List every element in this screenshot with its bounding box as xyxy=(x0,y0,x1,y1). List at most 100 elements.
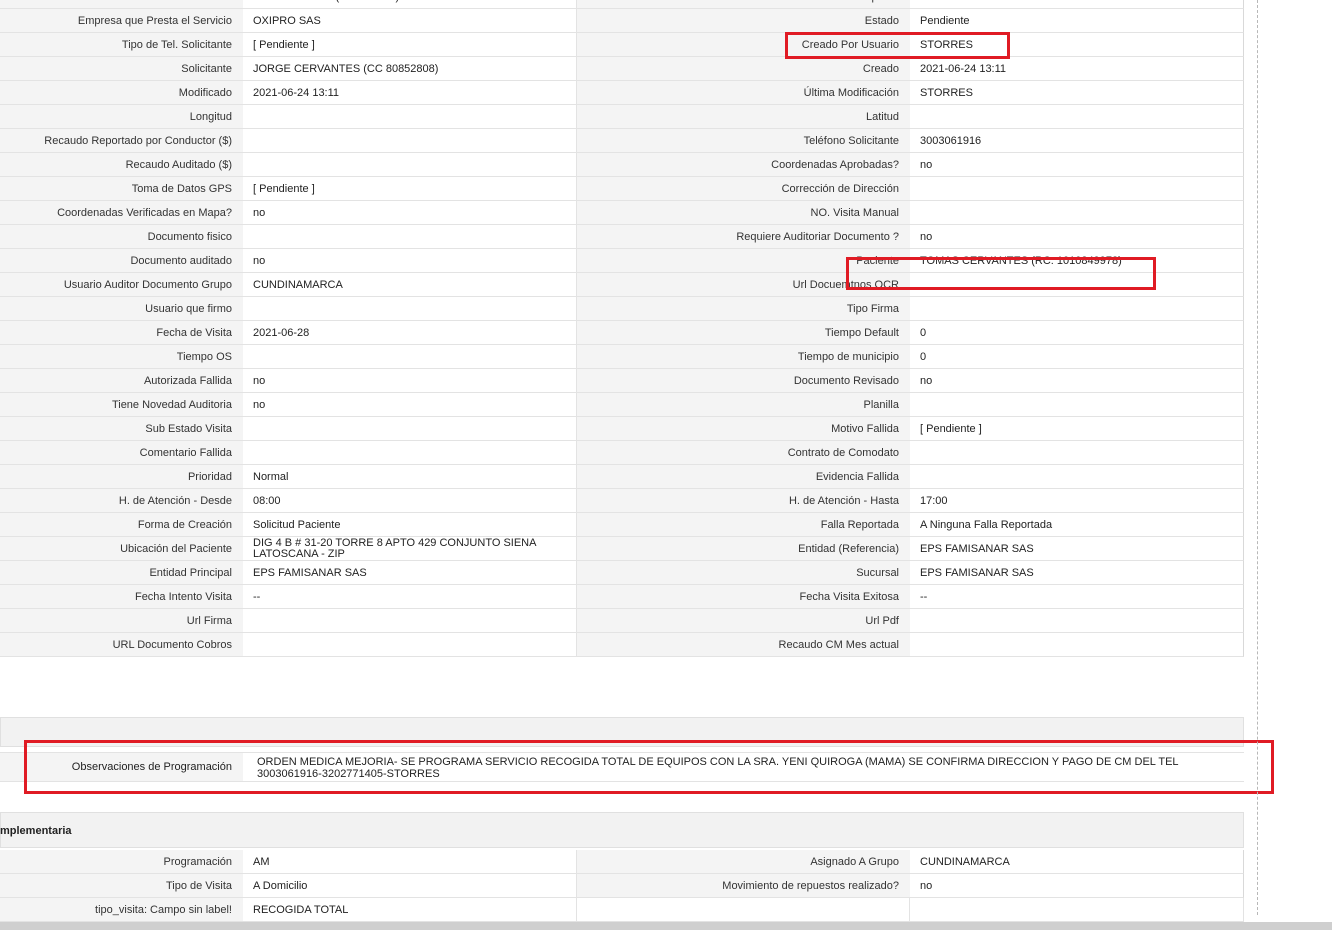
field-label: Toma de Datos GPS xyxy=(0,177,243,201)
page-edge-dashed-line xyxy=(1257,0,1258,915)
field-value: -- xyxy=(910,585,1244,609)
field-label: Coordenadas Aprobadas? xyxy=(577,153,910,177)
field-value xyxy=(910,273,1244,297)
field-value: 0 xyxy=(910,345,1244,369)
field-label: Paciente xyxy=(577,249,910,273)
field-label: Url Firma xyxy=(0,609,243,633)
field-label: Empresa que Presta el Servicio xyxy=(0,9,243,33)
section-band-empty xyxy=(0,717,1244,747)
field-value xyxy=(910,609,1244,633)
field-label: Solicitante xyxy=(0,57,243,81)
field-value: 2021-06-28 xyxy=(243,321,577,345)
field-value: A Domicilio xyxy=(243,874,577,898)
field-value: STORRES xyxy=(910,81,1244,105)
field-label: Asignado A Grupo xyxy=(577,850,910,874)
observaciones-row: Observaciones de Programación ORDEN MEDI… xyxy=(0,752,1244,782)
field-value: 17:00 xyxy=(910,489,1244,513)
field-value: CUNDINAMARCA xyxy=(910,850,1244,874)
field-value xyxy=(243,441,577,465)
field-label: Falla Reportada xyxy=(577,513,910,537)
field-value xyxy=(243,609,577,633)
field-label: Tipo de Tel. Solicitante xyxy=(0,33,243,57)
field-label: Url Docuemtnos OCR xyxy=(577,273,910,297)
field-value: Solicitud Paciente xyxy=(243,513,577,537)
field-label: Creado Por Usuario xyxy=(577,33,910,57)
horizontal-scrollbar[interactable] xyxy=(0,922,1332,930)
field-value xyxy=(910,177,1244,201)
field-label: Motivo Fallida xyxy=(577,417,910,441)
field-value: RECOGIDA TOTAL xyxy=(243,898,577,922)
field-value: no xyxy=(243,369,577,393)
field-label: Planilla xyxy=(577,393,910,417)
field-value: AM xyxy=(243,850,577,874)
field-value xyxy=(243,105,577,129)
field-label: Recaudo CM Mes actual xyxy=(577,633,910,657)
field-value: 109364 xyxy=(910,0,1244,9)
field-label: Tipo de Visita xyxy=(0,874,243,898)
field-value xyxy=(910,441,1244,465)
field-value: -- xyxy=(243,585,577,609)
field-label: Documento auditado xyxy=(0,249,243,273)
field-label: Comentario Fallida xyxy=(0,441,243,465)
field-label: H. de Atención - Desde xyxy=(0,489,243,513)
field-label: Tiempo OS xyxy=(0,345,243,369)
field-value: STORRES xyxy=(910,33,1244,57)
field-value: no xyxy=(243,393,577,417)
field-label: Fecha Intento Visita xyxy=(0,585,243,609)
field-value xyxy=(910,898,1244,922)
field-value: EPS FAMISANAR SAS xyxy=(243,561,577,585)
field-value: CRP-14-109364 (2021-06-23) xyxy=(243,0,577,9)
field-value: EPS FAMISANAR SAS xyxy=(910,561,1244,585)
field-label: Teléfono Solicitante xyxy=(577,129,910,153)
field-value xyxy=(243,153,577,177)
field-value xyxy=(243,297,577,321)
field-label: Autorizada Fallida xyxy=(0,369,243,393)
field-label: Tiempo de municipio xyxy=(577,345,910,369)
field-value: A Ninguna Falla Reportada xyxy=(910,513,1244,537)
field-value xyxy=(910,393,1244,417)
field-value: [ Pendiente ] xyxy=(243,33,577,57)
field-label: Documento Revisado xyxy=(577,369,910,393)
field-label: Tipo Firma xyxy=(577,297,910,321)
complementary-table: Programación AM Asignado A Grupo CUNDINAMAR… xyxy=(0,850,1244,922)
field-label: Longitud xyxy=(0,105,243,129)
field-value xyxy=(243,417,577,441)
field-value: JORGE CERVANTES (CC 80852808) xyxy=(243,57,577,81)
field-label: Contrato de Comodato xyxy=(577,441,910,465)
field-label: Documento fisico xyxy=(0,225,243,249)
field-value xyxy=(910,633,1244,657)
field-label: Movimiento de repuestos realizado? xyxy=(577,874,910,898)
field-label: Modificado xyxy=(0,81,243,105)
field-label: Tiempo Default xyxy=(577,321,910,345)
field-value: Pendiente xyxy=(910,9,1244,33)
field-label xyxy=(577,898,910,922)
field-value: no xyxy=(910,225,1244,249)
field-value: no xyxy=(910,369,1244,393)
field-value: OXIPRO SAS xyxy=(243,9,577,33)
observaciones-label: Observaciones de Programación xyxy=(0,753,243,781)
field-label: Última Modificación xyxy=(577,81,910,105)
field-value: CUNDINAMARCA xyxy=(243,273,577,297)
field-value: 2021-06-24 13:11 xyxy=(910,57,1244,81)
field-label: Prioridad xyxy=(0,465,243,489)
section-title-complementaria: mplementaria xyxy=(0,825,72,837)
field-value xyxy=(243,345,577,369)
field-label: Latitud xyxy=(577,105,910,129)
field-value: no xyxy=(910,153,1244,177)
field-label: Consecutivo Empresa xyxy=(577,0,910,9)
field-label: Url Pdf xyxy=(577,609,910,633)
field-label: Usuario que firmo xyxy=(0,297,243,321)
field-label: Tiene Novedad Auditoria xyxy=(0,393,243,417)
field-label: Entidad Principal xyxy=(0,561,243,585)
field-value: 0 xyxy=(910,321,1244,345)
field-label: tipo_visita: Campo sin label! xyxy=(0,898,243,922)
field-label: Corrección de Dirección xyxy=(577,177,910,201)
field-label: Entidad (Referencia) xyxy=(577,537,910,561)
field-value: [ Pendiente ] xyxy=(910,417,1244,441)
field-label: Forma de Creación xyxy=(0,513,243,537)
field-value: [ Pendiente ] xyxy=(243,177,577,201)
field-value xyxy=(910,297,1244,321)
field-label: Recaudo Auditado ($) xyxy=(0,153,243,177)
field-value xyxy=(910,465,1244,489)
field-label: Fecha Visita Exitosa xyxy=(577,585,910,609)
